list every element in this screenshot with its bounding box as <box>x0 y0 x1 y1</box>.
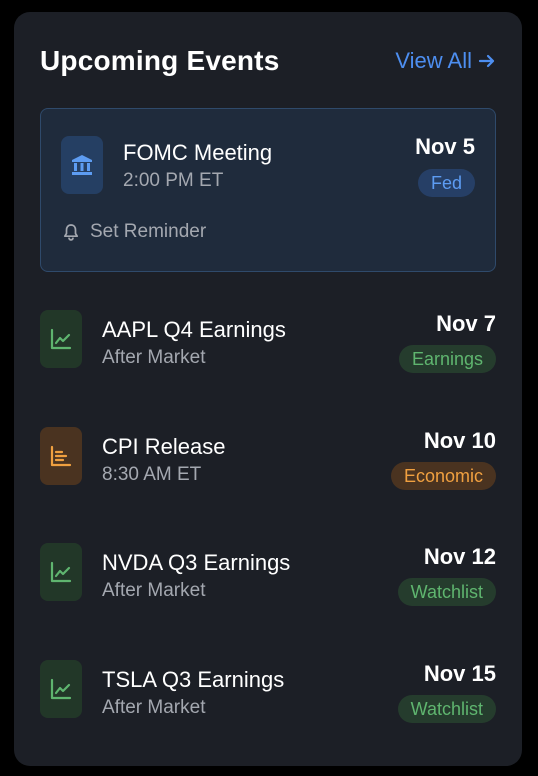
bar-chart-icon <box>50 445 72 467</box>
featured-event-name: FOMC Meeting <box>123 140 273 165</box>
event-time: After Market <box>102 347 206 368</box>
event-icon-box <box>40 660 82 718</box>
event-name: TSLA Q3 Earnings <box>102 667 285 692</box>
upcoming-events-card: Upcoming Events View All FOMC Meeting 2:… <box>14 12 522 766</box>
event-icon-box <box>40 543 82 601</box>
chart-line-icon <box>50 561 72 583</box>
event-name: AAPL Q4 Earnings <box>102 317 286 342</box>
event-row[interactable]: AAPL Q4 Earnings After Market Nov 7 Earn… <box>40 300 496 376</box>
view-all-label: View All <box>395 48 472 73</box>
event-time: After Market <box>102 580 206 601</box>
event-icon-box <box>40 427 82 485</box>
event-date: Nov 7 <box>436 311 496 336</box>
event-tag: Watchlist <box>397 695 496 723</box>
featured-event-card[interactable]: FOMC Meeting 2:00 PM ET Nov 5 Fed Set Re… <box>40 108 496 272</box>
featured-event-date: Nov 5 <box>415 134 475 159</box>
arrow-right-icon <box>478 54 495 68</box>
card-header: Upcoming Events View All <box>40 44 496 78</box>
view-all-link[interactable]: View All <box>395 48 496 74</box>
event-date: Nov 10 <box>423 428 496 453</box>
event-time: 8:30 AM ET <box>102 464 202 485</box>
event-tag: Economic <box>390 462 496 490</box>
chart-line-icon <box>50 678 72 700</box>
event-row[interactable]: TSLA Q3 Earnings After Market Nov 15 Wat… <box>40 650 496 726</box>
event-date: Nov 12 <box>423 544 496 569</box>
chart-line-icon <box>50 328 72 350</box>
event-row[interactable]: NVDA Q3 Earnings After Market Nov 12 Wat… <box>40 533 496 609</box>
event-name: CPI Release <box>102 434 226 459</box>
event-tag: Watchlist <box>397 578 496 606</box>
event-tag: Earnings <box>398 345 496 373</box>
set-reminder-button[interactable]: Set Reminder <box>61 221 206 243</box>
event-row[interactable]: CPI Release 8:30 AM ET Nov 10 Economic <box>40 417 496 493</box>
event-name: NVDA Q3 Earnings <box>102 550 291 575</box>
event-time: After Market <box>102 697 206 718</box>
set-reminder-label: Set Reminder <box>90 221 207 242</box>
featured-event-time: 2:00 PM ET <box>123 170 224 191</box>
event-date: Nov 15 <box>423 661 496 686</box>
featured-icon-box <box>61 136 103 194</box>
bell-icon <box>63 224 79 241</box>
event-icon-box <box>40 310 82 368</box>
featured-event-tag: Fed <box>417 169 475 197</box>
card-title: Upcoming Events <box>40 45 280 76</box>
bank-icon <box>72 155 92 175</box>
